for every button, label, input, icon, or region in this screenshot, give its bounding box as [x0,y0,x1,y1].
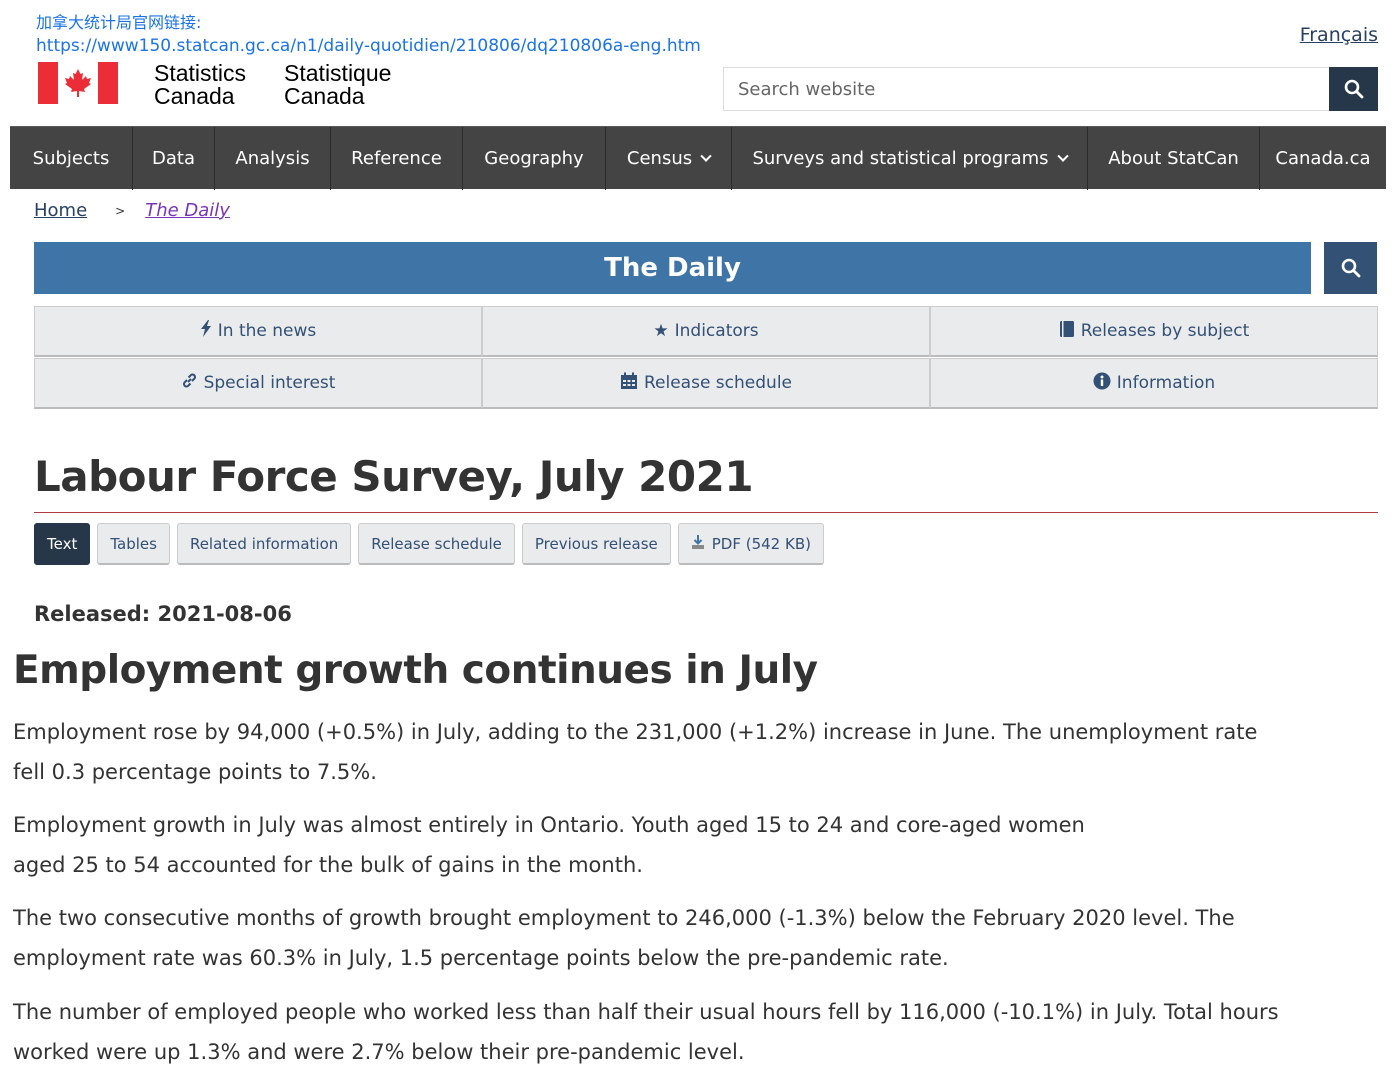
annotation-label: 加拿大统计局官网链接: [36,13,202,32]
menu-item-surveys[interactable]: Surveys and statistical programs [732,127,1088,190]
search-icon [1341,258,1360,278]
wordmark-french: Statistique Canada [284,60,392,109]
book-icon [1059,320,1075,343]
special-interest-button[interactable]: Special interest [34,358,482,409]
menu-item-census[interactable]: Census [606,127,732,190]
article-headline: Employment growth continues in July [13,648,818,693]
tab-previous-release[interactable]: Previous release [521,523,671,565]
page-title: Labour Force Survey, July 2021 [34,452,754,501]
breadcrumb-home-link[interactable]: Home [34,200,87,221]
star-icon: ★ [653,321,669,341]
daily-banner[interactable]: The Daily [34,242,1311,294]
chevron-down-icon [1056,150,1069,162]
menu-item-data[interactable]: Data [133,127,215,190]
canada-flag-icon [38,62,118,104]
daily-search-button[interactable] [1324,242,1377,294]
link-icon [181,372,198,394]
info-icon [1093,372,1111,395]
indicators-button[interactable]: ★ Indicators [482,306,930,357]
article-paragraph: The two consecutive months of growth bro… [13,906,1235,970]
download-icon [691,534,705,554]
article-paragraph: The number of employed people who worked… [13,1000,1279,1064]
search-icon [1344,79,1363,99]
chevron-down-icon [700,150,712,162]
in-the-news-button[interactable]: In the news [34,306,482,357]
menu-item-subjects[interactable]: Subjects [10,127,133,190]
article-paragraph: Employment rose by 94,000 (+0.5%) in Jul… [13,720,1258,784]
tab-text[interactable]: Text [34,523,91,565]
menu-item-analysis[interactable]: Analysis [215,127,331,190]
menu-item-reference[interactable]: Reference [331,127,463,190]
menu-item-about[interactable]: About StatCan [1088,127,1260,190]
daily-nav-grid: In the news ★ Indicators Releases by sub… [34,306,1378,410]
release-schedule-button[interactable]: Release schedule [482,358,930,409]
menu-item-canada-ca[interactable]: Canada.ca [1260,127,1386,190]
search-button[interactable] [1329,67,1378,111]
breadcrumb: Home > The Daily [34,200,230,221]
article-paragraph: Employment growth in July was almost ent… [13,813,1085,877]
site-logo[interactable]: Statistics Canada Statistique Canada [38,60,392,109]
title-divider [34,512,1378,513]
site-search [723,67,1378,111]
calendar-icon [620,372,638,395]
annotation-url[interactable]: https://www150.statcan.gc.ca/n1/daily-qu… [36,34,701,58]
search-input[interactable] [723,67,1329,111]
bolt-icon [200,320,212,342]
menu-item-geography[interactable]: Geography [463,127,606,190]
menu-item-census-label: Census [626,148,693,169]
information-button[interactable]: Information [930,358,1378,409]
releases-by-subject-button[interactable]: Releases by subject [930,306,1378,357]
tab-related-information[interactable]: Related information [176,523,352,565]
breadcrumb-daily-link[interactable]: The Daily [145,200,230,221]
breadcrumb-separator: > [115,203,126,218]
tab-release-schedule[interactable]: Release schedule [358,523,515,565]
tab-tables[interactable]: Tables [97,523,170,565]
wordmark-english: Statistics Canada [154,60,247,109]
tab-pdf[interactable]: PDF (542 KB) [677,523,824,565]
menu-item-surveys-label: Surveys and statistical programs [752,148,1049,169]
release-date: Released: 2021-08-06 [34,602,292,626]
language-toggle-link[interactable]: Français [1300,24,1378,46]
article-tabs: Text Tables Related information Release … [34,523,831,565]
main-menu: Subjects Data Analysis Reference Geograp… [10,126,1386,190]
annotation: 加拿大统计局官网链接: https://www150.statcan.gc.ca… [36,12,701,58]
